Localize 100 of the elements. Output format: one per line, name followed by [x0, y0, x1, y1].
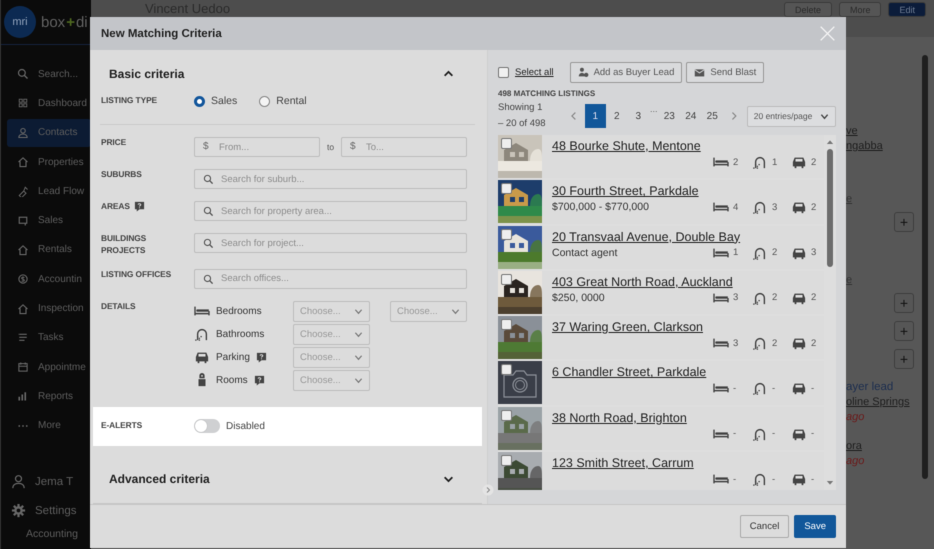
chevron-icon [354, 306, 363, 316]
nav-item[interactable]: Rentals [7, 236, 91, 264]
shower-icon [752, 472, 768, 486]
bedroom-count: - [733, 474, 738, 485]
envelope-icon [694, 66, 706, 78]
shower-icon [752, 155, 768, 169]
dropdown[interactable]: Choose... [293, 370, 370, 391]
page-button[interactable]: 25 [702, 104, 723, 128]
address-link[interactable]: 37 Waring Green, Clarkson [552, 320, 818, 334]
settings-link[interactable]: Settings [1, 496, 91, 525]
help-icon[interactable] [256, 352, 267, 363]
field-label: E-ALERTS [101, 420, 144, 432]
address-link[interactable]: 48 Bourke Shute, Mentone [552, 139, 818, 153]
footer-link[interactable]: Accounting [1, 525, 91, 543]
link-text[interactable]: ve [846, 125, 858, 140]
chevron-icon [354, 352, 363, 362]
search-field[interactable]: Search offices... [194, 268, 467, 289]
page-button[interactable]: 3 [628, 104, 650, 128]
address-link[interactable]: 30 Fourth Street, Parkdale [552, 184, 818, 198]
nav-item[interactable]: Properties [7, 148, 91, 176]
nav-item[interactable]: Accountin [7, 265, 91, 294]
field-label: AREAS [101, 201, 130, 213]
section-header[interactable]: Basic criteria [93, 50, 482, 97]
checkbox[interactable] [501, 138, 512, 149]
shower-icon [194, 327, 210, 342]
nav-item[interactable]: Lead Flow [7, 177, 91, 206]
link-text[interactable]: ora [846, 440, 862, 455]
checkbox[interactable] [501, 319, 512, 330]
bathroom-count: 2 [772, 338, 778, 349]
cancel-button[interactable]: Cancel [740, 515, 790, 538]
address-link[interactable]: 38 North Road, Brighton [552, 410, 818, 425]
page-button[interactable]: 1 [584, 104, 606, 128]
checkbox[interactable] [501, 455, 512, 466]
save-button[interactable]: Save [794, 515, 836, 538]
radio-option[interactable]: Rental [259, 95, 307, 107]
add-button[interactable]: + [894, 321, 914, 341]
address-link[interactable]: 403 Great North Road, Auckland [552, 274, 818, 289]
nav-item[interactable]: Sales [7, 206, 91, 235]
search-field[interactable]: Search for suburb... [194, 169, 467, 189]
dropdown[interactable]: Choose... [293, 324, 370, 345]
link-text[interactable]: ngabba [846, 140, 883, 155]
car-icon [791, 246, 807, 260]
search-field[interactable]: Search for property area... [194, 201, 467, 221]
user-menu[interactable]: Jema T [1, 467, 91, 496]
parking-count: - [811, 474, 816, 485]
bedroom-count: - [733, 428, 738, 440]
currency-sign: $ [350, 141, 356, 152]
checkbox[interactable] [501, 274, 512, 285]
nav-item[interactable]: Tasks [7, 324, 91, 352]
address-link[interactable]: 20 Transvaal Avenue, Double Bay [552, 230, 818, 244]
checkbox[interactable] [501, 364, 512, 376]
add-buyer-lead-button[interactable]: Add as Buyer Lead [570, 62, 682, 82]
add-button[interactable]: + [894, 212, 914, 232]
add-button[interactable]: + [894, 293, 914, 313]
dropdown[interactable]: Choose... [293, 346, 370, 368]
nav-item[interactable]: Appointme [7, 352, 91, 382]
checkbox[interactable] [501, 183, 512, 194]
select-all-link[interactable]: Select all [515, 66, 554, 78]
page-button[interactable]: 2 [606, 104, 628, 128]
nav-item[interactable]: Reports [7, 382, 91, 411]
pen-icon [17, 185, 29, 198]
search-icon [203, 174, 214, 185]
checkbox[interactable] [498, 66, 509, 78]
address-link[interactable]: 123 Smith Street, Carrum [552, 456, 818, 470]
address-link[interactable]: 6 Chandler Street, Parkdale [552, 365, 818, 380]
dropdown[interactable]: Choose... [390, 300, 467, 322]
nav-item[interactable]: Search... [7, 60, 91, 88]
page-button[interactable]: 24 [680, 104, 702, 128]
radio-option[interactable]: Sales [194, 95, 238, 107]
detail-label: Rooms [216, 374, 248, 386]
checkbox[interactable] [501, 410, 512, 421]
nav-item[interactable]: Inspection [7, 294, 91, 323]
toggle-label: Disabled [226, 420, 265, 432]
link-text[interactable]: oline Springs [846, 396, 910, 411]
scroll-down-icon[interactable] [826, 480, 834, 486]
help-icon[interactable] [134, 201, 145, 212]
settings-icon [11, 503, 26, 518]
entries-per-page-dropdown[interactable]: 20 entries/page [746, 106, 836, 126]
time-text: ago [846, 455, 864, 469]
nav-item[interactable]: Contacts [7, 118, 91, 147]
bed-icon [713, 155, 729, 169]
detail-label: Bedrooms [216, 306, 262, 317]
page-button[interactable]: 23 [658, 104, 680, 128]
nav-item[interactable]: Dashboard [7, 89, 91, 118]
nav-item[interactable]: More [7, 412, 91, 440]
add-button[interactable]: + [894, 349, 914, 369]
section-header[interactable]: Advanced criteria [93, 455, 482, 504]
expand-handle-icon[interactable] [482, 484, 494, 496]
send-blast-button[interactable]: Send Blast [686, 62, 764, 82]
scroll-up-icon[interactable] [826, 139, 834, 145]
section-title: Basic criteria [109, 66, 184, 80]
action-button[interactable]: Edit [888, 2, 926, 17]
toggle-switch[interactable] [194, 419, 220, 434]
search-field[interactable]: Search for project... [194, 233, 467, 253]
price-text: Contact agent [552, 246, 618, 259]
checkbox[interactable] [501, 228, 512, 240]
caret-icon [443, 68, 454, 79]
help-icon[interactable] [254, 374, 265, 386]
dropdown[interactable]: Choose... [293, 300, 370, 322]
car-icon [791, 200, 807, 214]
